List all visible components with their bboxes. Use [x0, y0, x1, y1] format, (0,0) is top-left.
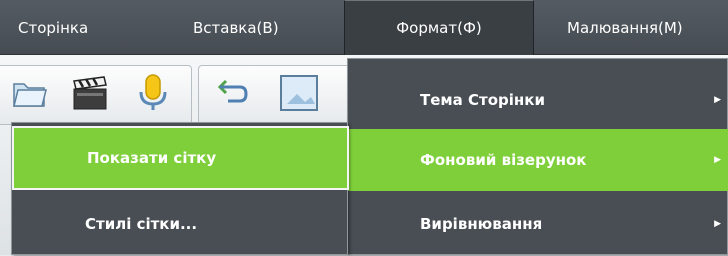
alignment-label: Вирівнювання: [420, 215, 543, 233]
submenu-arrow-icon: ▶: [714, 219, 721, 229]
grid-submenu: Показати сітку Стилі сітки...: [11, 122, 349, 256]
picture-frame-icon[interactable]: [277, 73, 321, 113]
page-theme-label: Тема Сторінки: [420, 91, 545, 109]
submenu-arrow-icon: ▶: [714, 95, 721, 105]
menu-item-format[interactable]: Формат(Ф): [344, 0, 534, 55]
grid-styles-label: Стилі сітки...: [85, 215, 198, 233]
menu-item-show-grid[interactable]: Показати сітку: [12, 126, 349, 190]
menu-item-draw[interactable]: Малювання(М): [534, 0, 728, 55]
show-grid-label: Показати сітку: [87, 149, 217, 167]
background-pattern-label: Фоновий візерунок: [420, 151, 587, 169]
format-menu-dropdown: Тема Сторінки ▶ Фоновий візерунок ▶ Вирі…: [347, 58, 728, 255]
menu-item-background-pattern[interactable]: Фоновий візерунок ▶: [348, 129, 728, 191]
menu-item-page-theme[interactable]: Тема Сторінки ▶: [348, 69, 728, 131]
clapperboard-icon[interactable]: [70, 73, 110, 113]
menu-bar: Сторінка Вставка(В) Формат(Ф) Малювання(…: [0, 0, 728, 55]
menu-item-page[interactable]: Сторінка: [0, 0, 178, 55]
menu-item-grid-styles[interactable]: Стилі сітки...: [12, 192, 349, 256]
undo-arrow-icon[interactable]: [214, 73, 254, 113]
menu-item-insert[interactable]: Вставка(В): [178, 0, 344, 55]
menu-item-alignment[interactable]: Вирівнювання ▶: [348, 193, 728, 255]
submenu-arrow-icon: ▶: [714, 155, 721, 165]
folder-icon[interactable]: [10, 73, 50, 113]
microphone-icon[interactable]: [133, 73, 173, 113]
